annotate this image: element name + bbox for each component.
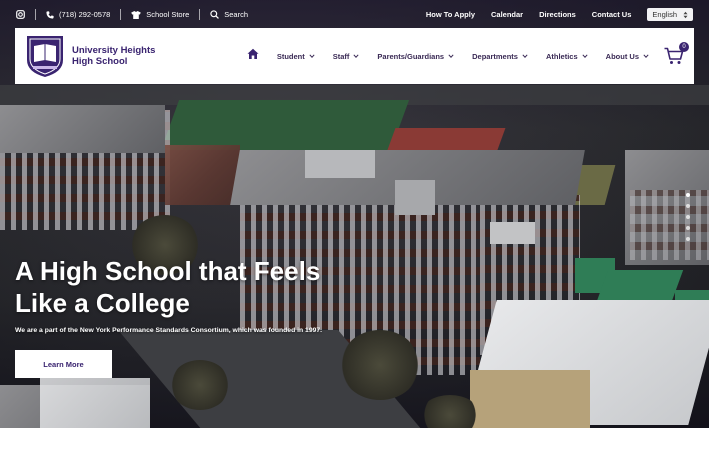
primary-menu: Student Staff Parents/Guardians Departme… [247,42,689,65]
slider-dot[interactable] [686,204,690,208]
chevron-down-icon [643,54,649,58]
school-name: University Heights High School [72,45,162,67]
slider-dot[interactable] [686,215,690,219]
main-navigation: University Heights High School Student S… [15,28,694,84]
school-logo-link[interactable]: University Heights High School [25,34,162,78]
how-to-apply-link[interactable]: How To Apply [426,10,475,19]
language-value: English [652,10,677,19]
nav-item-about-us[interactable]: About Us [606,52,649,61]
nav-item-staff[interactable]: Staff [333,52,360,61]
chevron-down-icon [522,54,528,58]
phone-number: (718) 292-0578 [59,10,111,19]
updown-icon [683,11,688,18]
shirt-icon [131,10,142,19]
hero-title-line2: Like a College [15,288,190,318]
utility-bar: (718) 292-0578 School Store Search How T… [0,0,709,29]
search-label: Search [224,10,249,19]
learn-more-button[interactable]: Learn More [15,350,112,378]
search-icon [210,10,220,19]
nav-item-label: Staff [332,51,350,61]
nav-item-label: Student [276,51,305,61]
school-name-line2: High School [72,56,128,67]
chevron-down-icon [582,54,588,58]
hero-title: A High School that Feels Like a College [15,255,395,319]
nav-item-athletics[interactable]: Athletics [546,52,588,61]
hero-title-line1: A High School that Feels [15,256,321,286]
divider [199,9,201,20]
chevron-down-icon [353,54,359,58]
school-crest-logo [27,36,63,77]
nav-item-label: About Us [605,51,639,61]
home-icon [247,48,259,59]
language-select[interactable]: English [647,8,693,21]
hero-subtitle: We are a part of the New York Performanc… [15,327,323,334]
chevron-down-icon [309,54,315,58]
nav-item-label: Parents/Guardians [377,51,445,61]
slider-dot[interactable] [686,193,690,197]
school-store-link[interactable]: School Store [131,10,189,19]
slider-dot[interactable] [686,237,690,241]
nav-item-departments[interactable]: Departments [472,52,528,61]
contact-us-link[interactable]: Contact Us [592,10,632,19]
phone-link[interactable]: (718) 292-0578 [46,10,110,19]
chevron-down-icon [448,54,454,58]
calendar-link[interactable]: Calendar [491,10,523,19]
divider [35,9,36,20]
cart-count-badge: 0 [679,42,689,52]
nav-item-student[interactable]: Student [277,52,315,61]
school-store-label: School Store [146,10,190,19]
instagram-icon[interactable] [16,10,25,19]
directions-link[interactable]: Directions [539,10,576,19]
phone-icon [46,10,54,19]
shopping-cart-button[interactable]: 0 [664,42,689,65]
divider [120,9,122,20]
nav-item-parents-guardians[interactable]: Parents/Guardians [377,52,454,61]
home-link[interactable] [247,47,259,65]
slider-dot[interactable] [686,226,690,230]
nav-item-label: Departments [472,51,518,61]
slider-pagination [686,193,690,241]
school-name-line1: University Heights [72,45,156,56]
nav-item-label: Athletics [545,51,578,61]
search-button[interactable]: Search [210,10,248,19]
